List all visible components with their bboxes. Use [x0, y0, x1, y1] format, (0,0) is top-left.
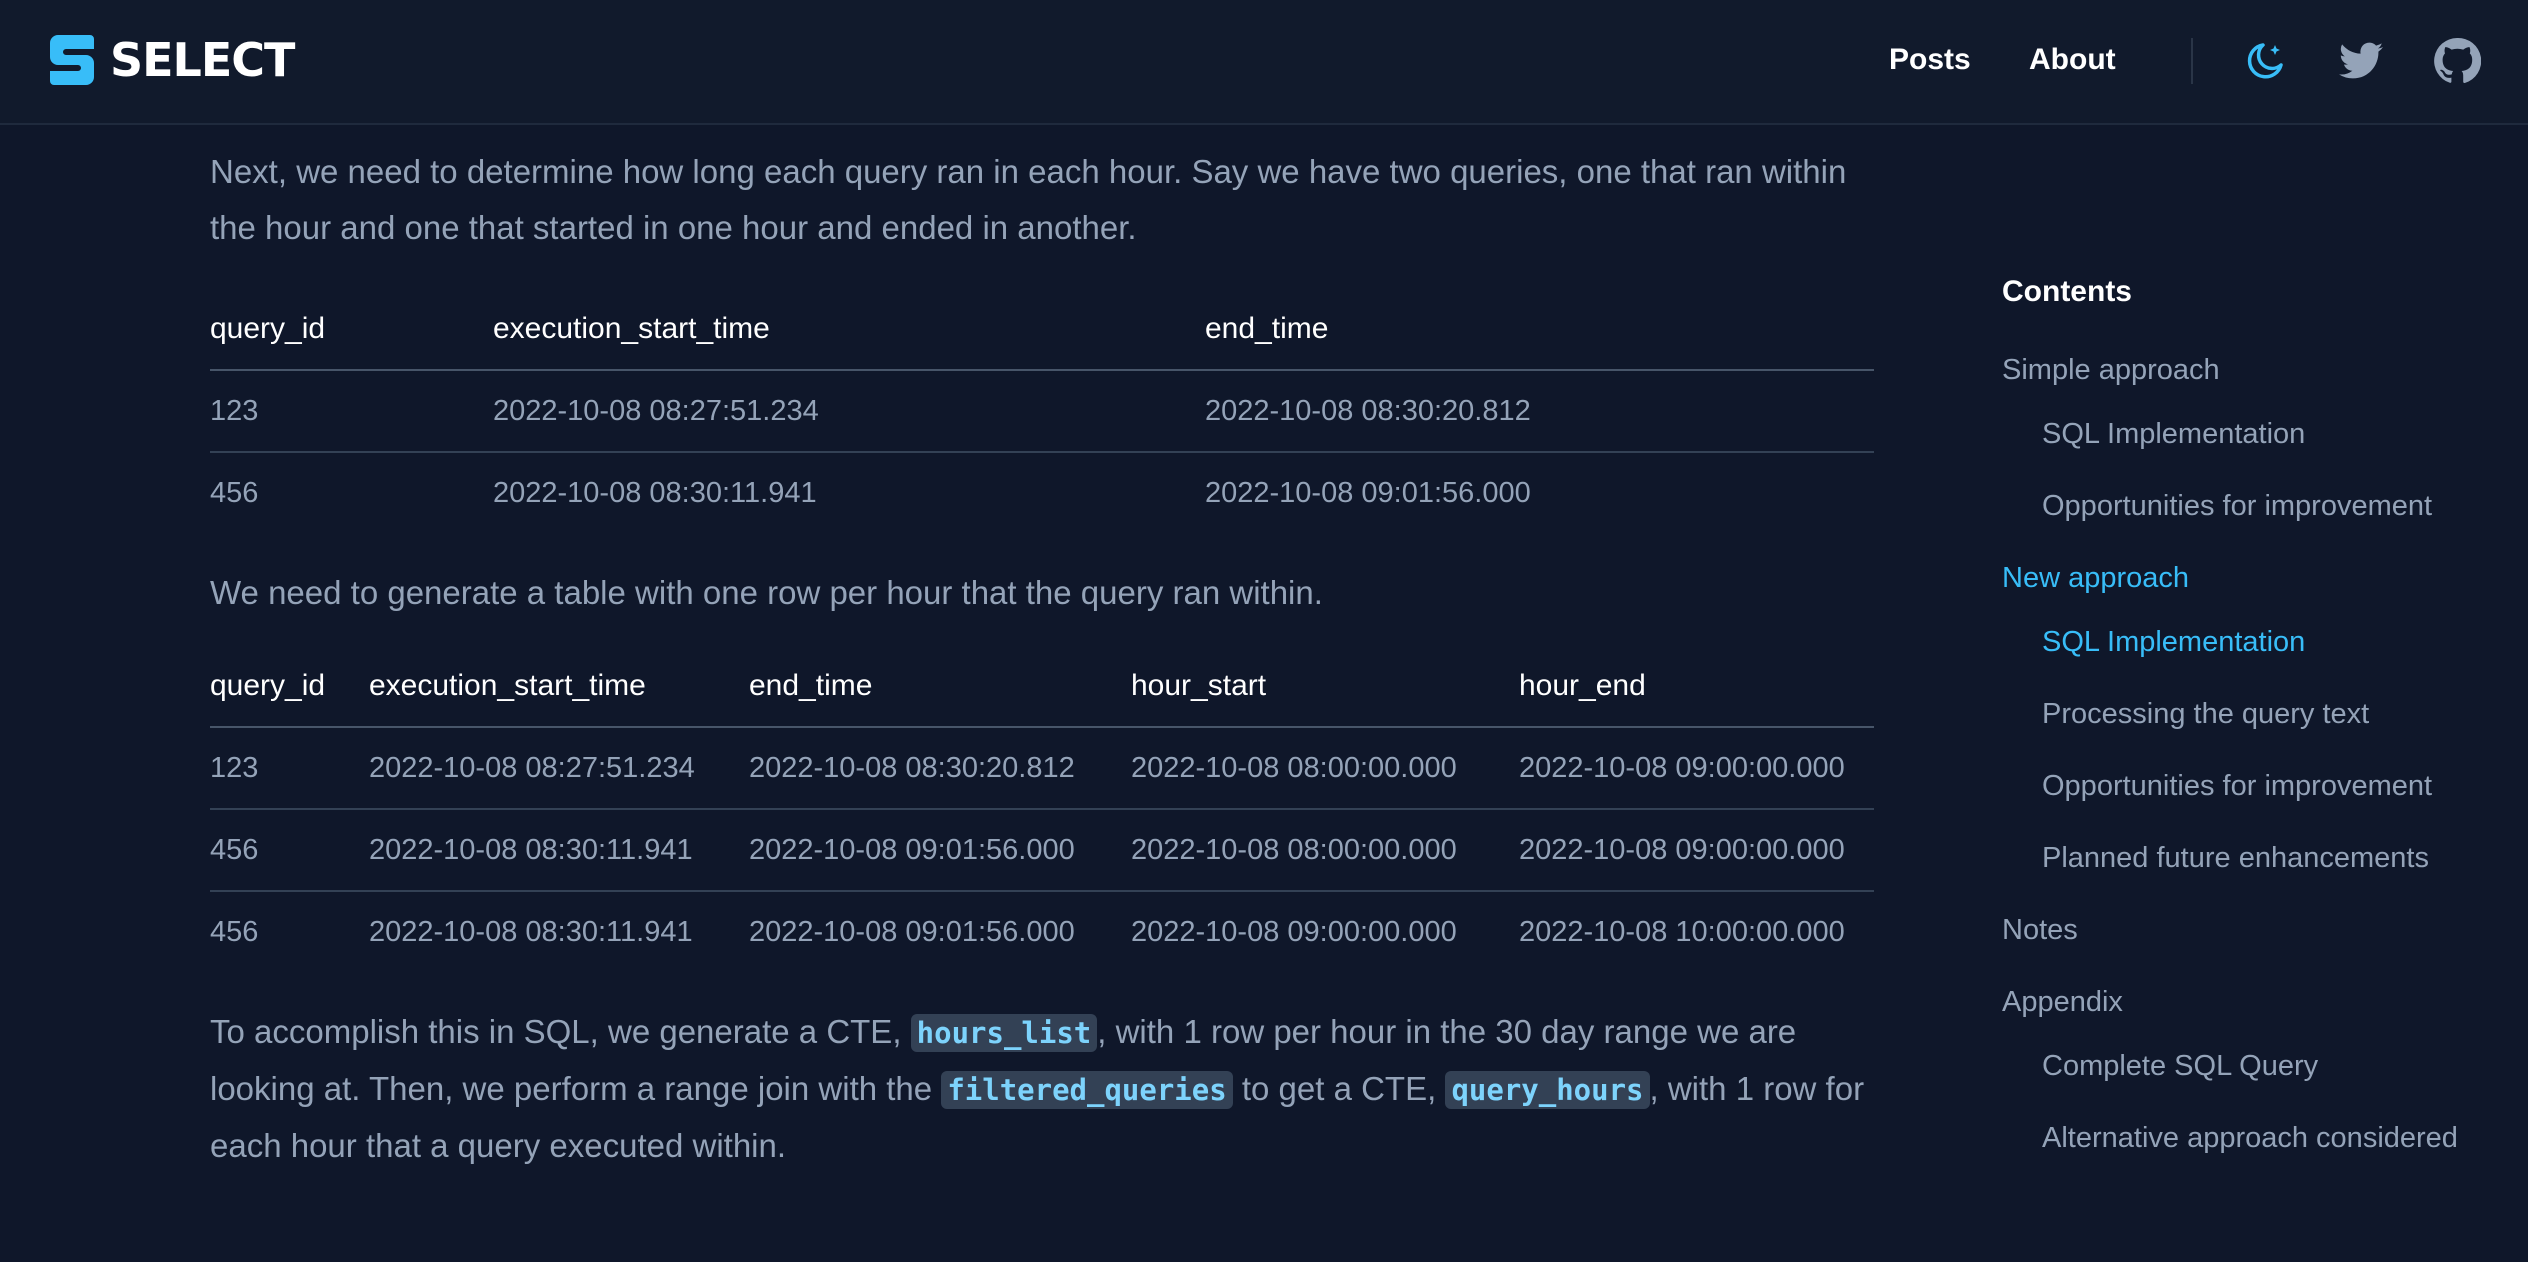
moon-icon — [2247, 43, 2283, 79]
table-cell: 123 — [210, 370, 493, 453]
paragraph-intro: Next, we need to determine how long each… — [210, 153, 1847, 246]
toc-item-sql-implementation[interactable]: SQL Implementation — [2002, 410, 2502, 458]
table-cell: 2022-10-08 08:30:20.812 — [1205, 370, 1874, 453]
github-icon — [2434, 37, 2481, 84]
paragraph-sql-approach: To accomplish this in SQL, we generate a… — [210, 1004, 1874, 1174]
nav-link-posts[interactable]: Posts — [1889, 38, 1971, 82]
table-header-row: query_id execution_start_time end_time — [210, 289, 1874, 371]
toc-item-opportunities-2[interactable]: Opportunities for improvement — [2002, 762, 2502, 810]
column-header: query_id — [210, 646, 369, 728]
toc-item-notes[interactable]: Notes — [2002, 906, 2502, 954]
inline-code-query-hours: query_hours — [1445, 1071, 1650, 1109]
twitter-button[interactable] — [2336, 36, 2386, 86]
column-header: end_time — [749, 646, 1131, 728]
toc-item-complete-sql-query[interactable]: Complete SQL Query — [2002, 1042, 2502, 1090]
twitter-icon — [2339, 42, 2383, 79]
column-header: hour_end — [1519, 646, 1874, 728]
table-cell: 2022-10-08 08:00:00.000 — [1131, 809, 1519, 892]
query-table: query_id execution_start_time end_time 1… — [210, 289, 1874, 534]
toc-title: Contents — [2002, 275, 2132, 308]
column-header: end_time — [1205, 289, 1874, 371]
article-content: Next, we need to determine how long each… — [210, 125, 1874, 1174]
nav-divider — [2191, 38, 2193, 84]
column-header: query_id — [210, 289, 493, 371]
table-cell: 2022-10-08 08:30:11.941 — [369, 916, 693, 948]
column-header: execution_start_time — [493, 289, 1205, 371]
site-header: SELECT Posts About — [0, 0, 2528, 125]
query-hours-table: query_id execution_start_time end_time h… — [210, 646, 1874, 973]
table-cell: 2022-10-08 09:01:56.000 — [749, 916, 1075, 948]
toc-item-alternative-approach[interactable]: Alternative approach considered — [2002, 1114, 2462, 1162]
table-cell: 2022-10-08 08:30:11.941 — [369, 809, 749, 892]
inline-code-hours-list: hours_list — [910, 1014, 1098, 1052]
brand-name: SELECT — [110, 33, 295, 87]
nav-link-about[interactable]: About — [2029, 38, 2116, 82]
table-of-contents: Contents Simple approach SQL Implementat… — [2002, 266, 2502, 1162]
table-cell: 456 — [210, 477, 259, 509]
table-cell: 123 — [210, 727, 369, 810]
toc-item-planned-enhancements[interactable]: Planned future enhancements — [2002, 834, 2502, 882]
column-header: hour_start — [1131, 646, 1519, 728]
toc-item-new-approach[interactable]: New approach — [2002, 554, 2502, 602]
table-cell: 2022-10-08 09:00:00.000 — [1519, 727, 1874, 810]
text-run: to get a CTE, — [1232, 1070, 1446, 1107]
toc-item-opportunities[interactable]: Opportunities for improvement — [2002, 482, 2502, 530]
toc-item-sql-implementation-active[interactable]: SQL Implementation — [2002, 618, 2502, 666]
table-cell: 2022-10-08 08:30:20.812 — [749, 727, 1131, 810]
table-cell: 2022-10-08 09:00:00.000 — [1519, 809, 1874, 892]
table-row: 456 2022-10-08 08:30:11.941 2022-10-08 0… — [210, 452, 1874, 534]
table-cell: 456 — [210, 916, 259, 948]
toc-item-processing-query-text[interactable]: Processing the query text — [2002, 690, 2502, 738]
text-run: To accomplish this in SQL, we generate a… — [210, 1013, 911, 1050]
table-cell: 2022-10-08 09:00:00.000 — [1131, 916, 1457, 948]
column-header: execution_start_time — [369, 646, 749, 728]
logo-icon — [50, 35, 94, 85]
table-cell: 2022-10-08 09:01:56.000 — [1205, 477, 1531, 509]
table-row: 123 2022-10-08 08:27:51.234 2022-10-08 0… — [210, 370, 1874, 453]
inline-code-filtered-queries: filtered_queries — [941, 1071, 1233, 1109]
theme-toggle-button[interactable] — [2240, 36, 2290, 86]
table-cell: 2022-10-08 10:00:00.000 — [1519, 916, 1845, 948]
github-button[interactable] — [2432, 36, 2482, 86]
table-row: 456 2022-10-08 08:30:11.941 2022-10-08 0… — [210, 891, 1874, 973]
table-cell: 2022-10-08 08:00:00.000 — [1131, 727, 1519, 810]
table-cell: 2022-10-08 08:27:51.234 — [369, 727, 749, 810]
toc-item-simple-approach[interactable]: Simple approach — [2002, 346, 2502, 394]
site-logo[interactable]: SELECT — [50, 33, 295, 87]
table-cell: 2022-10-08 08:30:11.941 — [493, 477, 817, 509]
table-cell: 2022-10-08 09:01:56.000 — [749, 809, 1131, 892]
table-row: 123 2022-10-08 08:27:51.234 2022-10-08 0… — [210, 727, 1874, 810]
toc-item-appendix[interactable]: Appendix — [2002, 978, 2502, 1026]
paragraph-generate: We need to generate a table with one row… — [210, 574, 1323, 611]
table-cell: 2022-10-08 08:27:51.234 — [493, 370, 1205, 453]
table-row: 456 2022-10-08 08:30:11.941 2022-10-08 0… — [210, 809, 1874, 892]
table-header-row: query_id execution_start_time end_time h… — [210, 646, 1874, 728]
table-cell: 456 — [210, 809, 369, 892]
